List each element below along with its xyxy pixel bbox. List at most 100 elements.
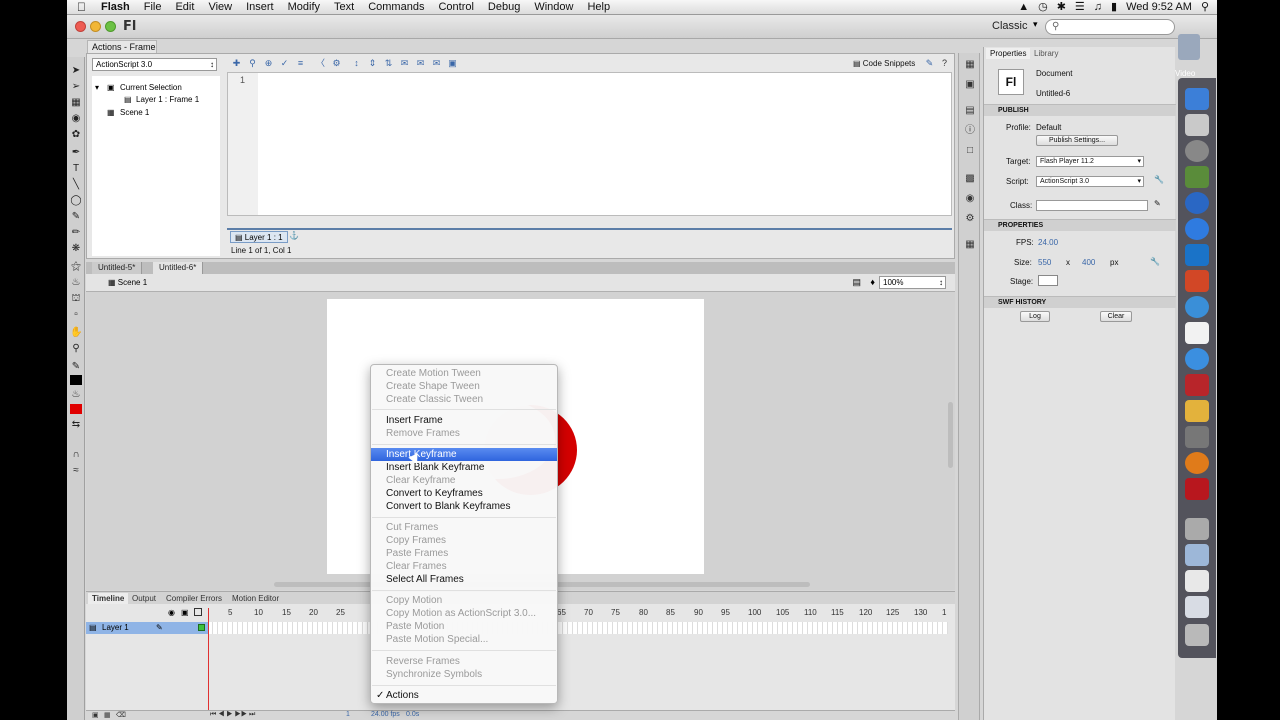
comment-icon[interactable]: ✉: [399, 58, 410, 69]
word-icon[interactable]: [1185, 244, 1209, 266]
pencil-icon[interactable]: ✎: [70, 211, 82, 223]
language-select[interactable]: ActionScript 3.0 ↕: [92, 58, 217, 71]
bone-tool-icon[interactable]: ⚝: [70, 261, 82, 273]
layer-name[interactable]: Layer 1: [102, 623, 129, 632]
color-icon[interactable]: ▣: [964, 79, 976, 91]
smooth-icon[interactable]: ≈: [70, 465, 82, 477]
stroke-color-icon[interactable]: ✎: [70, 361, 82, 373]
target-select[interactable]: Flash Player 11.2 ▾: [1036, 156, 1144, 167]
safari-icon[interactable]: [1185, 192, 1209, 214]
auto-format-icon[interactable]: ≡: [295, 58, 306, 69]
help-icon[interactable]: [1185, 518, 1209, 540]
fps-value[interactable]: 24.00: [1038, 238, 1058, 247]
menu-item-create-motion-tween[interactable]: Create Motion Tween: [371, 367, 557, 380]
flash-app-icon[interactable]: [1185, 478, 1209, 500]
applications-folder-icon[interactable]: [1185, 544, 1209, 566]
components-icon[interactable]: ▩: [964, 173, 976, 185]
publish-settings-button[interactable]: Publish Settings...: [1036, 135, 1118, 146]
menu-item-convert-to-keyframes[interactable]: Convert to Keyframes: [371, 487, 557, 500]
menu-item-copy-motion-as-actionscript[interactable]: Copy Motion as ActionScript 3.0...: [371, 607, 557, 620]
tab-motion-editor[interactable]: Motion Editor: [228, 593, 283, 604]
clear-button[interactable]: Clear: [1100, 311, 1132, 322]
tab-output[interactable]: Output: [128, 593, 160, 604]
menu-item-paste-motion-special[interactable]: Paste Motion Special...: [371, 633, 557, 646]
lock-icon[interactable]: ▣: [181, 608, 189, 617]
menu-item-clear-frames[interactable]: Clear Frames: [371, 560, 557, 573]
eye-icon[interactable]: ◉: [168, 608, 175, 617]
menu-help[interactable]: Help: [587, 0, 610, 15]
layer-color-swatch[interactable]: [198, 624, 205, 631]
menu-view[interactable]: View: [208, 0, 232, 15]
script-select[interactable]: ActionScript 3.0 ▾: [1036, 176, 1144, 187]
collapse-selection-icon[interactable]: ⇕: [367, 58, 378, 69]
menu-item-create-classic-tween[interactable]: Create Classic Tween: [371, 393, 557, 406]
bluetooth-icon[interactable]: ✱: [1057, 0, 1066, 15]
menu-control[interactable]: Control: [438, 0, 473, 15]
help-search-input[interactable]: ⚲: [1045, 19, 1175, 35]
outline-icon[interactable]: [194, 608, 202, 616]
transform-icon[interactable]: □: [964, 145, 976, 157]
help-icon[interactable]: ?: [939, 58, 950, 69]
log-button[interactable]: Log: [1020, 311, 1050, 322]
pen-tool-icon[interactable]: ✒: [70, 147, 82, 159]
motion-presets-icon[interactable]: ◉: [964, 193, 976, 205]
stage-color-swatch[interactable]: [1038, 275, 1058, 286]
wrench-icon[interactable]: 🔧: [1150, 257, 1160, 266]
tree-scene[interactable]: Scene 1: [120, 107, 149, 118]
battery-icon[interactable]: ▮: [1111, 0, 1117, 15]
finder-icon[interactable]: [1185, 88, 1209, 110]
oval-tool-icon[interactable]: ◯: [70, 195, 82, 207]
project-icon[interactable]: ⚙: [964, 213, 976, 225]
scene-breadcrumb[interactable]: ▦ Scene 1: [108, 278, 147, 287]
new-layer-icon[interactable]: ▣: [92, 711, 99, 719]
menu-item-insert-keyframe[interactable]: Insert Keyframe: [371, 448, 557, 461]
hand-tool-icon[interactable]: ✋: [70, 327, 82, 339]
pencil-icon[interactable]: ✎: [1154, 199, 1161, 208]
layer-row[interactable]: ▤ Layer 1 ✎: [86, 622, 208, 634]
menu-insert[interactable]: Insert: [246, 0, 274, 15]
menu-item-actions[interactable]: ✓ Actions: [371, 689, 557, 702]
apple-icon[interactable]: : [77, 0, 91, 15]
snap-magnet-icon[interactable]: ∩: [70, 449, 82, 461]
selection-tool-icon[interactable]: ➤: [70, 65, 82, 77]
width-value[interactable]: 550: [1038, 258, 1051, 267]
workspace-switcher[interactable]: Classic: [992, 20, 1027, 32]
wrench-icon[interactable]: 🔧: [1154, 175, 1164, 184]
tab-compiler-errors[interactable]: Compiler Errors: [162, 593, 226, 604]
frame-ruler[interactable]: 5 10 15 20 25 65 70 75 80 85 90 95 100 1…: [208, 608, 948, 618]
tab-untitled-5[interactable]: Untitled-5*: [92, 262, 143, 274]
actions-panel-tab[interactable]: Actions - Frame: [87, 40, 157, 53]
edit-symbol-icon[interactable]: ♦: [870, 277, 875, 287]
tab-timeline[interactable]: Timeline: [88, 593, 129, 604]
line-comment-icon[interactable]: ✉: [415, 58, 426, 69]
wand-icon[interactable]: ✎: [924, 58, 935, 69]
add-item-icon[interactable]: ✚: [231, 58, 242, 69]
debug-options-icon[interactable]: ⚙: [331, 58, 342, 69]
itunes-icon[interactable]: [1185, 348, 1209, 370]
menu-commands[interactable]: Commands: [368, 0, 424, 15]
collapse-icon[interactable]: ↕: [351, 58, 362, 69]
menu-item-convert-to-blank-keyframes[interactable]: Convert to Blank Keyframes: [371, 500, 557, 513]
expand-all-icon[interactable]: ⇅: [383, 58, 394, 69]
system-preferences-icon[interactable]: [1185, 426, 1209, 448]
menu-edit[interactable]: Edit: [175, 0, 194, 15]
menu-item-copy-frames[interactable]: Copy Frames: [371, 534, 557, 547]
menu-item-synchronize-symbols[interactable]: Synchronize Symbols: [371, 668, 557, 681]
firefox-icon[interactable]: [1185, 452, 1209, 474]
volume-icon[interactable]: ♫: [1094, 0, 1102, 15]
deco-tool-icon[interactable]: ❋: [70, 243, 82, 255]
menu-file[interactable]: File: [144, 0, 162, 15]
menu-item-copy-motion[interactable]: Copy Motion: [371, 594, 557, 607]
paint-bucket-icon[interactable]: ♨: [70, 277, 82, 289]
menu-item-clear-keyframe[interactable]: Clear Keyframe: [371, 474, 557, 487]
code-hint-icon[interactable]: 〈: [315, 58, 326, 69]
zoom-tool-icon[interactable]: ⚲: [70, 343, 82, 355]
free-transform-icon[interactable]: ▦: [70, 97, 82, 109]
target-path-icon[interactable]: ⊕: [263, 58, 274, 69]
powerpoint-icon[interactable]: [1185, 270, 1209, 292]
edit-scene-icon[interactable]: ▤: [852, 277, 861, 288]
photo-booth-icon[interactable]: [1185, 374, 1209, 396]
subselection-tool-icon[interactable]: ➢: [70, 81, 82, 93]
playhead[interactable]: [208, 608, 209, 714]
frames-row[interactable]: [208, 622, 948, 634]
